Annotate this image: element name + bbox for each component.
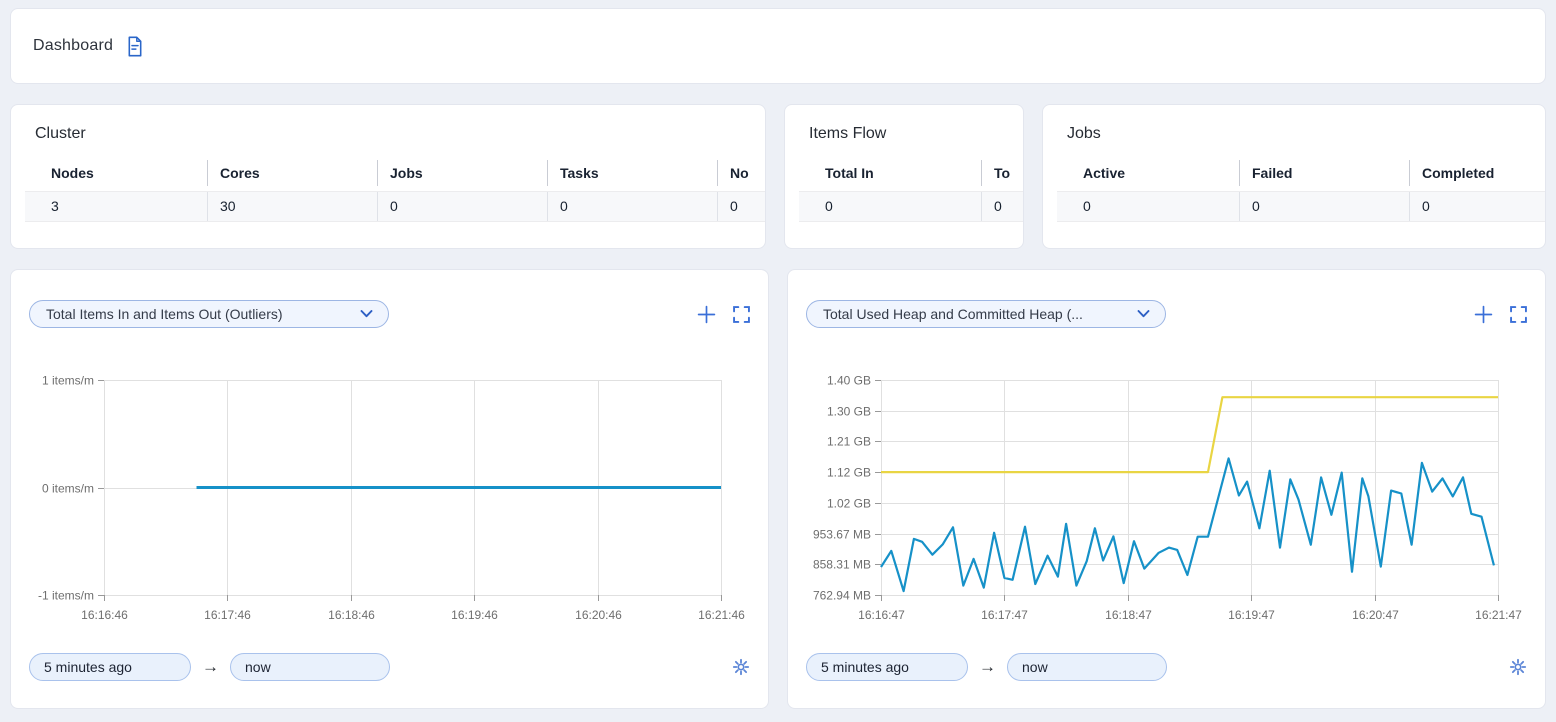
metric-selector-dropdown[interactable]: Total Items In and Items Out (Outliers) — [29, 300, 389, 328]
metric-selector-label: Total Items In and Items Out (Outliers) — [46, 306, 360, 322]
svg-text:1.12 GB: 1.12 GB — [827, 466, 871, 480]
header-card: Dashboard — [10, 8, 1546, 84]
svg-text:16:19:46: 16:19:46 — [451, 608, 498, 622]
cluster-table: NodesCoresJobsTasksNo 330000 — [25, 160, 751, 222]
stat-col-value: 0 — [981, 192, 1024, 221]
metric-selector-dropdown[interactable]: Total Used Heap and Committed Heap (... — [806, 300, 1166, 328]
svg-text:-1 items/m: -1 items/m — [38, 589, 94, 603]
items-flow-table: Total InTo 00 — [799, 160, 1009, 222]
chart-canvas: 16:16:46 16:17:46 16:18:46 16:19:46 16:20:46… — [29, 368, 750, 633]
time-to-input[interactable] — [230, 653, 390, 681]
chart-settings-button[interactable] — [1509, 658, 1527, 676]
stat-col-header: Jobs — [377, 160, 547, 186]
time-range-controls: → — [806, 653, 1527, 681]
heap-usage-chart[interactable]: 16:16:47 16:17:47 16:18:47 16:19:47 16:20:47… — [806, 368, 1527, 633]
card-title: Items Flow — [809, 125, 1023, 143]
chart-topbar: Total Items In and Items Out (Outliers) — [29, 300, 750, 328]
add-widget-button[interactable] — [1474, 305, 1493, 324]
stat-col-header: Active — [1057, 160, 1239, 186]
stat-col-header: Completed — [1409, 160, 1546, 186]
stat-col-value: 0 — [547, 192, 717, 221]
card-title: Jobs — [1067, 125, 1545, 143]
axis-ticks — [98, 381, 722, 602]
items-chart-card: Total Items In and Items Out (Outliers) — [10, 269, 769, 709]
stat-col-value: 0 — [799, 192, 981, 221]
stat-col-value: 0 — [1057, 192, 1239, 221]
charts-row: Total Items In and Items Out (Outliers) — [10, 269, 1546, 709]
stat-col-header: No — [717, 160, 766, 186]
chevron-down-icon — [1137, 310, 1150, 318]
stats-row: Cluster NodesCoresJobsTasksNo 330000 Ite… — [10, 104, 1546, 249]
chart-actions — [1474, 305, 1527, 324]
document-icon[interactable] — [126, 36, 144, 57]
time-to-input[interactable] — [1007, 653, 1167, 681]
time-range-controls: → — [29, 653, 750, 681]
svg-text:858.31 MB: 858.31 MB — [813, 558, 871, 572]
stat-col-header: Tasks — [547, 160, 717, 186]
chart-topbar: Total Used Heap and Committed Heap (... — [806, 300, 1527, 328]
jobs-card: Jobs ActiveFailedCompleted 000 — [1042, 104, 1546, 249]
stat-value-row: 00 — [799, 191, 1024, 222]
svg-text:16:20:47: 16:20:47 — [1352, 608, 1399, 622]
stat-value-row: 000 — [1057, 191, 1546, 222]
chart-settings-button[interactable] — [732, 658, 750, 676]
stat-header-row: ActiveFailedCompleted — [1057, 160, 1546, 186]
svg-text:16:19:47: 16:19:47 — [1228, 608, 1275, 622]
series-committed-heap — [881, 397, 1498, 472]
stat-col-header: Total In — [799, 160, 981, 186]
svg-text:953.67 MB: 953.67 MB — [813, 528, 871, 542]
card-title: Cluster — [35, 125, 765, 143]
svg-text:16:21:47: 16:21:47 — [1475, 608, 1522, 622]
stat-col-value: 0 — [717, 192, 766, 221]
svg-text:0 items/m: 0 items/m — [42, 482, 94, 496]
svg-text:1.40 GB: 1.40 GB — [827, 374, 871, 388]
stat-col-header: Cores — [207, 160, 377, 186]
stat-col-value: 0 — [1239, 192, 1409, 221]
series-used-heap — [881, 458, 1494, 591]
cluster-card: Cluster NodesCoresJobsTasksNo 330000 — [10, 104, 766, 249]
time-from-input[interactable] — [806, 653, 968, 681]
stat-header-row: NodesCoresJobsTasksNo — [25, 160, 766, 186]
chevron-down-icon — [360, 310, 373, 318]
stat-col-value: 3 — [25, 192, 207, 221]
stat-col-header: Failed — [1239, 160, 1409, 186]
expand-chart-button[interactable] — [733, 306, 750, 323]
svg-text:16:16:46: 16:16:46 — [81, 608, 128, 622]
add-widget-button[interactable] — [697, 305, 716, 324]
svg-text:16:17:46: 16:17:46 — [204, 608, 251, 622]
svg-text:762.94 MB: 762.94 MB — [813, 589, 871, 603]
stat-col-value: 0 — [377, 192, 547, 221]
items-in-out-chart[interactable]: 16:16:46 16:17:46 16:18:46 16:19:46 16:20:46… — [29, 368, 750, 633]
heap-chart-card: Total Used Heap and Committed Heap (... — [787, 269, 1546, 709]
svg-text:16:16:47: 16:16:47 — [858, 608, 905, 622]
expand-chart-button[interactable] — [1510, 306, 1527, 323]
stat-col-header: Nodes — [25, 160, 207, 186]
svg-text:16:18:47: 16:18:47 — [1105, 608, 1152, 622]
chart-canvas: 16:16:47 16:17:47 16:18:47 16:19:47 16:20:47… — [806, 368, 1527, 633]
dashboard-page: Dashboard Cluster NodesCoresJobsTasksNo … — [0, 0, 1556, 709]
svg-text:16:18:46: 16:18:46 — [328, 608, 375, 622]
stat-col-header: To — [981, 160, 1024, 186]
items-flow-card: Items Flow Total InTo 00 — [784, 104, 1024, 249]
stat-col-value: 30 — [207, 192, 377, 221]
svg-text:1.30 GB: 1.30 GB — [827, 405, 871, 419]
svg-text:1.21 GB: 1.21 GB — [827, 435, 871, 449]
jobs-table: ActiveFailedCompleted 000 — [1057, 160, 1531, 222]
stat-value-row: 330000 — [25, 191, 766, 222]
svg-text:16:21:46: 16:21:46 — [698, 608, 745, 622]
metric-selector-label: Total Used Heap and Committed Heap (... — [823, 306, 1137, 322]
axis-ticks — [875, 381, 1499, 602]
stat-header-row: Total InTo — [799, 160, 1024, 186]
svg-text:1.02 GB: 1.02 GB — [827, 497, 871, 511]
stat-col-value: 0 — [1409, 192, 1546, 221]
svg-text:16:17:47: 16:17:47 — [981, 608, 1028, 622]
svg-text:16:20:46: 16:20:46 — [575, 608, 622, 622]
time-from-input[interactable] — [29, 653, 191, 681]
arrow-right-icon: → — [202, 653, 219, 681]
page-title: Dashboard — [33, 37, 113, 55]
chart-actions — [697, 305, 750, 324]
arrow-right-icon: → — [979, 653, 996, 681]
svg-text:1 items/m: 1 items/m — [42, 374, 94, 388]
